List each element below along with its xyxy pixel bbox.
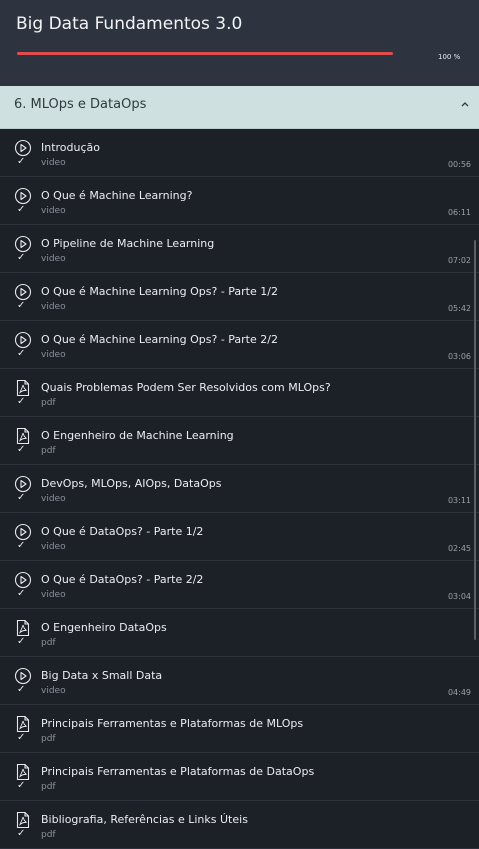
chevron-up-icon[interactable] bbox=[459, 98, 471, 110]
lesson-item[interactable]: ✓ O Pipeline de Machine Learning video 07:0… bbox=[0, 225, 479, 273]
lesson-type: pdf bbox=[41, 734, 56, 744]
lesson-duration: 02:45 bbox=[447, 544, 471, 553]
lesson-type: pdf bbox=[41, 446, 56, 456]
lesson-item[interactable]: ✓ Principais Ferramentas e Plataformas de… bbox=[0, 705, 479, 753]
lesson-title: Quais Problemas Podem Ser Resolvidos com… bbox=[41, 381, 331, 394]
lesson-type: pdf bbox=[41, 830, 56, 840]
section-title: 6. MLOps e DataOps bbox=[14, 97, 147, 112]
lesson-title: Principais Ferramentas e Plataformas de … bbox=[41, 765, 315, 778]
lesson-duration: 03:04 bbox=[447, 592, 471, 601]
lesson-duration: 05:42 bbox=[447, 304, 471, 313]
lesson-duration: 00:56 bbox=[447, 160, 471, 169]
lesson-type: pdf bbox=[41, 782, 56, 792]
check-icon: ✓ bbox=[17, 540, 26, 551]
lesson-type: video bbox=[41, 302, 66, 312]
lesson-title: DevOps, MLOps, AIOps, DataOps bbox=[41, 477, 222, 490]
lesson-duration: 06:11 bbox=[447, 208, 471, 217]
section-header[interactable]: 6. MLOps e DataOps bbox=[0, 86, 479, 129]
lesson-item[interactable]: ✓ O Que é Machine Learning? video 06:11 bbox=[0, 177, 479, 225]
play-circle-icon bbox=[14, 475, 32, 493]
check-icon: ✓ bbox=[17, 492, 26, 503]
lesson-item[interactable]: ✓ DevOps, MLOps, AIOps, DataOps video 03:11 bbox=[0, 465, 479, 513]
play-circle-icon bbox=[14, 331, 32, 349]
lesson-title: Introdução bbox=[41, 141, 101, 154]
play-circle-icon bbox=[14, 523, 32, 541]
check-icon: ✓ bbox=[17, 828, 26, 839]
play-circle-icon bbox=[14, 187, 32, 205]
lesson-title: Principais Ferramentas e Plataformas de … bbox=[41, 717, 304, 730]
course-progress-bar bbox=[17, 52, 393, 55]
check-icon: ✓ bbox=[17, 348, 26, 359]
pdf-icon bbox=[14, 379, 32, 397]
lesson-item[interactable]: ✓ Big Data x Small Data video 04:49 bbox=[0, 657, 479, 705]
check-icon: ✓ bbox=[17, 444, 26, 455]
lesson-type: video bbox=[41, 494, 66, 504]
lesson-title: O Pipeline de Machine Learning bbox=[41, 237, 215, 250]
lesson-title: Big Data x Small Data bbox=[41, 669, 163, 682]
lesson-item[interactable]: ✓ Quais Problemas Podem Ser Resolvidos co… bbox=[0, 369, 479, 417]
lesson-title: O Que é Machine Learning Ops? - Parte 2/… bbox=[41, 333, 278, 346]
lesson-title: O Que é Machine Learning? bbox=[41, 189, 193, 202]
pdf-icon bbox=[14, 763, 32, 781]
lesson-type: video bbox=[41, 686, 66, 696]
lesson-item[interactable]: ✓ O Engenheiro de Machine Learning pdf bbox=[0, 417, 479, 465]
course-progress-fill bbox=[17, 52, 393, 55]
lesson-title: O Engenheiro DataOps bbox=[41, 621, 167, 634]
lesson-type: video bbox=[41, 158, 66, 168]
lesson-type: pdf bbox=[41, 638, 56, 648]
lesson-type: pdf bbox=[41, 398, 56, 408]
lesson-title: O Que é DataOps? - Parte 1/2 bbox=[41, 525, 204, 538]
pdf-icon bbox=[14, 619, 32, 637]
lesson-item[interactable]: ✓ Bibliografia, Referências e Links Úteis… bbox=[0, 801, 479, 849]
check-icon: ✓ bbox=[17, 204, 26, 215]
pdf-icon bbox=[14, 715, 32, 733]
lesson-type: video bbox=[41, 542, 66, 552]
play-circle-icon bbox=[14, 139, 32, 157]
lesson-title: O Que é DataOps? - Parte 2/2 bbox=[41, 573, 204, 586]
pdf-icon bbox=[14, 427, 32, 445]
lesson-item[interactable]: ✓ O Que é Machine Learning Ops? - Parte 2… bbox=[0, 321, 479, 369]
play-circle-icon bbox=[14, 571, 32, 589]
lesson-duration: 04:49 bbox=[447, 688, 471, 697]
play-circle-icon bbox=[14, 283, 32, 301]
lesson-item[interactable]: ✓ Introdução video 00:56 bbox=[0, 129, 479, 177]
check-icon: ✓ bbox=[17, 780, 26, 791]
check-icon: ✓ bbox=[17, 252, 26, 263]
check-icon: ✓ bbox=[17, 300, 26, 311]
lesson-title: O Engenheiro de Machine Learning bbox=[41, 429, 234, 442]
lesson-duration: 03:06 bbox=[447, 352, 471, 361]
lesson-item[interactable]: ✓ O Que é Machine Learning Ops? - Parte 1… bbox=[0, 273, 479, 321]
lesson-title: Bibliografia, Referências e Links Úteis bbox=[41, 813, 248, 826]
lesson-type: video bbox=[41, 350, 66, 360]
lesson-type: video bbox=[41, 590, 66, 600]
lesson-item[interactable]: ✓ Principais Ferramentas e Plataformas de… bbox=[0, 753, 479, 801]
lesson-list: ✓ Introdução video 00:56 ✓ O Que é Machine Le… bbox=[0, 129, 479, 849]
check-icon: ✓ bbox=[17, 636, 26, 647]
lesson-type: video bbox=[41, 206, 66, 216]
course-title: Big Data Fundamentos 3.0 bbox=[16, 14, 243, 34]
lesson-item[interactable]: ✓ O Que é DataOps? - Parte 2/2 video 03:04 bbox=[0, 561, 479, 609]
check-icon: ✓ bbox=[17, 396, 26, 407]
play-circle-icon bbox=[14, 667, 32, 685]
lesson-item[interactable]: ✓ O Que é DataOps? - Parte 1/2 video 02:45 bbox=[0, 513, 479, 561]
check-icon: ✓ bbox=[17, 156, 26, 167]
check-icon: ✓ bbox=[17, 684, 26, 695]
play-circle-icon bbox=[14, 235, 32, 253]
course-header: Big Data Fundamentos 3.0 100 % bbox=[0, 0, 479, 86]
pdf-icon bbox=[14, 811, 32, 829]
scrollbar[interactable] bbox=[474, 240, 476, 640]
check-icon: ✓ bbox=[17, 732, 26, 743]
course-progress-label: 100 % bbox=[438, 53, 461, 61]
lesson-duration: 07:02 bbox=[447, 256, 471, 265]
check-icon: ✓ bbox=[17, 588, 26, 599]
lesson-item[interactable]: ✓ O Engenheiro DataOps pdf bbox=[0, 609, 479, 657]
lesson-type: video bbox=[41, 254, 66, 264]
lesson-duration: 03:11 bbox=[447, 496, 471, 505]
lesson-title: O Que é Machine Learning Ops? - Parte 1/… bbox=[41, 285, 278, 298]
